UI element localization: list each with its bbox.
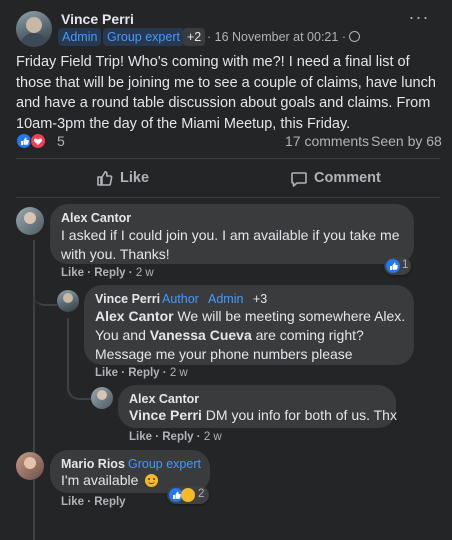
comment-reply-link-4[interactable]: Reply [94,496,125,508]
comment-reactions-count-4: 2 [198,488,205,500]
seen-by-count[interactable]: Seen by 68 [371,133,442,149]
divider-top [16,158,440,159]
love-reaction-icon [30,133,46,149]
post-body: Friday Field Trip! Who's coming with me?… [16,54,436,132]
comment-author-4[interactable]: Mario Rios [61,457,125,471]
mention-vanessa-cueva[interactable]: Vanessa Cueva [150,327,252,343]
comments-count[interactable]: 17 comments [285,133,369,149]
comment-like-link-1[interactable]: Like [61,267,84,279]
public-globe-icon [349,31,361,42]
thumbs-up-icon [96,169,114,187]
admin-badge-reply[interactable]: Admin [208,290,243,308]
comment-meta-3: Like · Reply · 2 w [129,431,222,443]
comment-meta-1: Like · Reply · 2 w [61,267,154,279]
author-badge[interactable]: Author [162,290,199,308]
comment-like-link-3[interactable]: Like [129,431,152,443]
comment-author-2[interactable]: Vince Perri [95,292,160,306]
comment-like-link-2[interactable]: Like [95,367,118,379]
comment-text-2: Alex Cantor We will be meeting somewhere… [95,307,407,364]
post-options-icon[interactable]: ··· [406,8,432,30]
comment-icon [290,170,308,188]
post-author-name[interactable]: Vince Perri [61,11,134,27]
like-button[interactable]: Like [16,162,224,194]
comment-reactions-count-1: 1 [402,259,409,271]
comment-text-4a: I'm available [61,472,139,488]
comment-avatar-mario[interactable] [16,452,44,480]
group-expert-badge[interactable]: Group expert [103,28,184,46]
comment-time-2[interactable]: 2 w [170,367,188,379]
comment-avatar-vince[interactable] [57,290,79,312]
comment-button[interactable]: Comment [228,162,440,194]
reactions-count[interactable]: 5 [57,133,65,149]
comment-meta-2: Like · Reply · 2 w [95,367,188,379]
mention-vince-perri[interactable]: Vince Perri [129,407,202,423]
mention-alex-cantor[interactable]: Alex Cantor [95,308,174,324]
thread-line-reply2 [67,368,93,400]
comment-text-3a: DM you info for both of us. Thx [201,407,397,423]
comment-avatar-alex[interactable] [16,207,44,235]
haha-reaction-icon [181,488,195,502]
comment-avatar-alex-2[interactable] [91,387,113,409]
comment-meta-4: Like · Reply [61,496,126,508]
more-badges[interactable]: +2 [183,28,206,46]
comment-text-1: I asked if I could join you. I am availa… [61,227,400,262]
divider-bottom [16,197,440,198]
comment-author-1[interactable]: Alex Cantor [61,211,131,225]
admin-badge[interactable]: Admin [58,28,102,46]
comment-text-3: Vince Perri DM you info for both of us. … [129,406,397,425]
post-timestamp[interactable]: 16 November at 00:21 [215,30,339,44]
like-button-label: Like [120,170,150,186]
comment-reactions-4[interactable]: 2 [167,486,209,504]
thread-line-reply1 [33,270,57,306]
comment-reply-link-3[interactable]: Reply [162,431,193,443]
comment-author-3[interactable]: Alex Cantor [129,392,199,406]
post-author-avatar[interactable] [16,11,52,47]
smile-emoji-icon [145,474,159,487]
post-reactions[interactable]: 5 [16,132,76,150]
more-badges-reply[interactable]: +3 [249,290,272,308]
like-reaction-icon [386,259,400,273]
comment-text-4: I'm available [61,471,159,490]
comment-time-1[interactable]: 2 w [136,267,154,279]
comment-reply-link-1[interactable]: Reply [94,267,125,279]
comment-reactions-1[interactable]: 1 [384,257,411,275]
comment-button-label: Comment [314,170,381,186]
comment-time-3[interactable]: 2 w [204,431,222,443]
comment-like-link-4[interactable]: Like [61,496,84,508]
post-time[interactable]: · 16 November at 00:21 · [207,28,361,46]
comment-reply-link-2[interactable]: Reply [128,367,159,379]
